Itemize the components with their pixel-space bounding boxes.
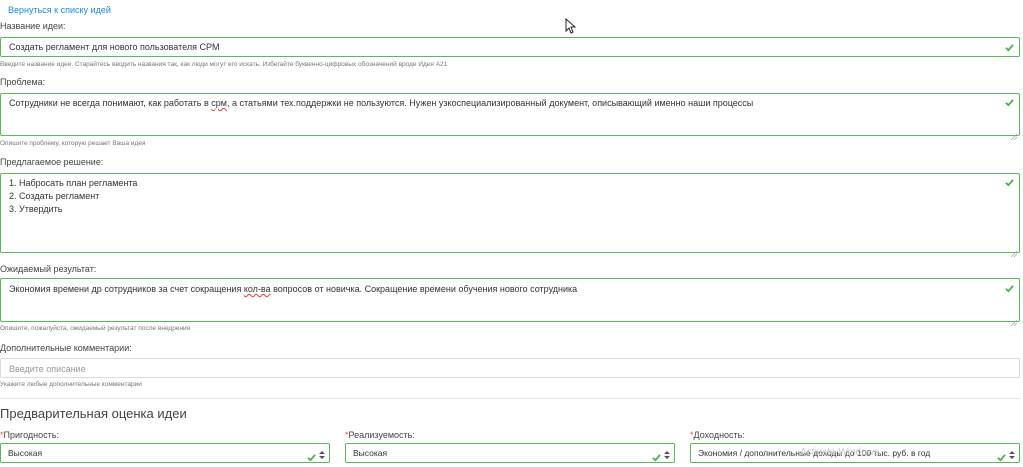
assessment-title: Предварительная оценка идеи bbox=[0, 406, 187, 421]
feasibility-select[interactable]: Высокая bbox=[345, 443, 675, 463]
comments-placeholder: Введите описание bbox=[9, 364, 86, 374]
solution-textarea[interactable]: 1. Набросать план регламента 2. Создать … bbox=[0, 173, 1020, 258]
valid-check-icon bbox=[1005, 43, 1014, 52]
mouse-cursor-icon bbox=[565, 17, 577, 34]
suitability-value: Высокая bbox=[8, 448, 43, 458]
idea-name-label: Название идеи: bbox=[0, 21, 66, 31]
comments-hint: Укажите любые дополнительные комментарии bbox=[0, 381, 142, 388]
resize-handle-icon[interactable] bbox=[1010, 244, 1018, 258]
solution-line: 2. Создать регламент bbox=[9, 191, 100, 201]
solution-label: Предлагаемое решение: bbox=[0, 157, 104, 167]
suitability-select[interactable]: Высокая bbox=[0, 443, 330, 463]
feasibility-value: Высокая bbox=[353, 448, 388, 458]
select-arrows-icon bbox=[319, 448, 325, 460]
result-label: Ожидаемый результат: bbox=[0, 264, 97, 274]
problem-textarea[interactable]: Сотрудники не всегда понимают, как работ… bbox=[0, 93, 1020, 141]
result-textarea[interactable]: Экономия времени др сотрудников за счет … bbox=[0, 278, 1020, 327]
valid-check-icon bbox=[997, 449, 1006, 462]
valid-check-icon bbox=[652, 449, 661, 462]
idea-name-value: Создать регламент для нового пользовател… bbox=[9, 42, 220, 52]
valid-check-icon bbox=[1005, 284, 1014, 293]
back-to-ideas-link[interactable]: Вернуться к списку идей bbox=[8, 5, 111, 15]
idea-name-input[interactable]: Создать регламент для нового пользовател… bbox=[0, 37, 1020, 57]
result-hint: Опишите, пожалуйста, ожидаемый результат… bbox=[0, 325, 191, 332]
problem-value: Сотрудники не всегда понимают, как работ… bbox=[9, 98, 754, 108]
profitability-label: *Доходность: bbox=[690, 430, 745, 440]
solution-line: 3. Утвердить bbox=[9, 204, 63, 214]
problem-label: Проблема: bbox=[0, 77, 46, 87]
section-divider bbox=[0, 398, 1020, 399]
activate-windows-watermark: Activate Windows bbox=[800, 447, 879, 458]
feasibility-label: *Реализуемость: bbox=[345, 430, 415, 440]
solution-line: 1. Набросать план регламента bbox=[9, 178, 138, 188]
resize-handle-icon[interactable] bbox=[1010, 127, 1018, 141]
problem-hint: Опишите проблему, которую решает Ваша ид… bbox=[0, 140, 146, 147]
select-arrows-icon bbox=[1009, 448, 1015, 460]
valid-check-icon bbox=[307, 449, 316, 462]
idea-name-hint: Введите название идеи. Старайтесь вводит… bbox=[0, 61, 448, 68]
valid-check-icon bbox=[1005, 98, 1014, 107]
suitability-label: *Пригодность: bbox=[0, 430, 59, 440]
comments-input[interactable]: Введите описание bbox=[0, 358, 1020, 378]
select-arrows-icon bbox=[664, 448, 670, 460]
resize-handle-icon[interactable] bbox=[1010, 313, 1018, 327]
result-value: Экономия времени др сотрудников за счет … bbox=[9, 284, 578, 294]
valid-check-icon bbox=[1005, 178, 1014, 187]
comments-label: Дополнительные комментарии: bbox=[0, 343, 132, 353]
